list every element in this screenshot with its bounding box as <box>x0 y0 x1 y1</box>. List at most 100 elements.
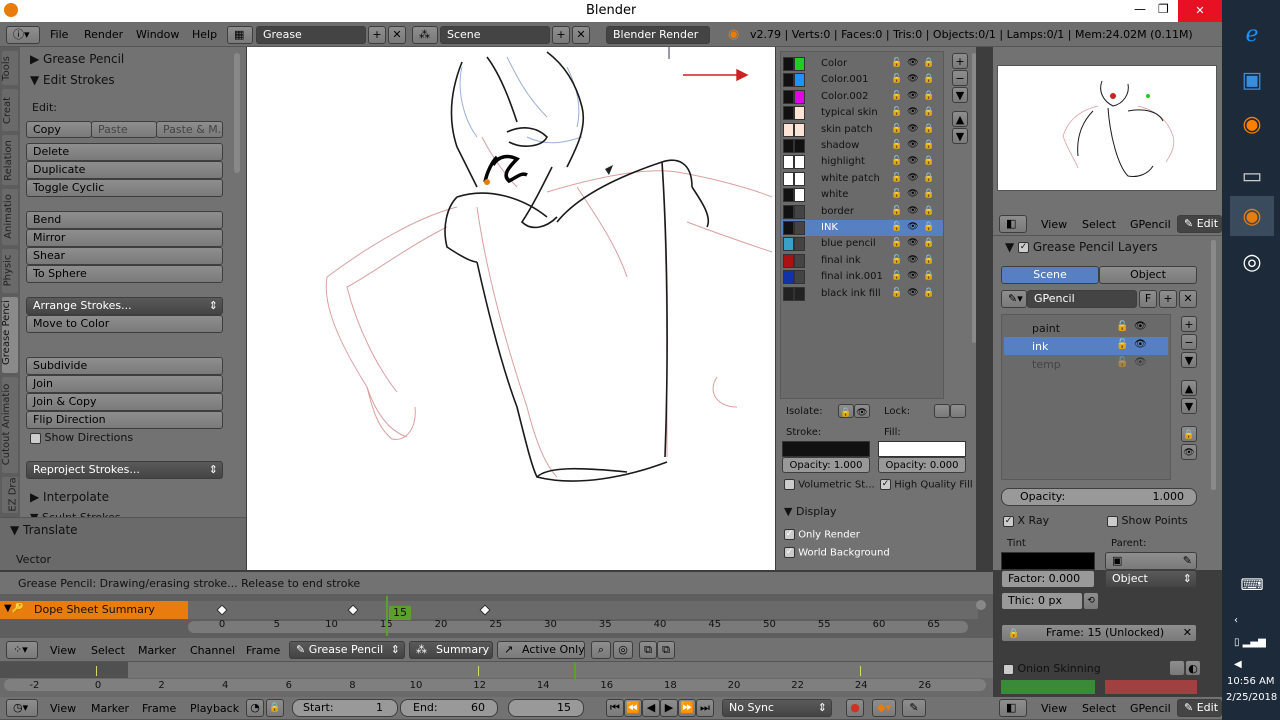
parent-object-field[interactable]: ▣ ✎ <box>1105 552 1197 570</box>
color-specials-button[interactable]: ▼ <box>952 87 968 103</box>
vtab-relation[interactable]: Relation <box>2 135 18 185</box>
color-row[interactable]: shadow 🔓 👁 🔒 <box>781 138 943 154</box>
tint-color-field[interactable] <box>1001 552 1095 570</box>
panel-translate[interactable]: ▼ Translate <box>10 523 78 537</box>
color-row-toggle-icons[interactable]: 🔓 👁 🔒 <box>891 271 936 281</box>
panel-interpolate[interactable]: ▶ Interpolate <box>30 490 109 504</box>
object-tab[interactable]: Object <box>1099 266 1197 284</box>
xray-checkbox[interactable]: ✓ X Ray <box>1003 514 1049 527</box>
join-button[interactable]: Join <box>26 375 223 393</box>
high-quality-fill-checkbox[interactable]: ✓ High Quality Fill <box>880 479 973 491</box>
paste-merge-button[interactable]: Paste & M... <box>156 121 223 138</box>
tint-factor-field[interactable]: Factor: 0.000 <box>1001 570 1095 588</box>
remove-scene-button[interactable]: ✕ <box>572 26 590 44</box>
preview-range-button[interactable]: ◔ <box>246 699 264 717</box>
vtab-physics[interactable]: Physic <box>2 249 18 293</box>
color-row[interactable]: black ink fill 🔓 👁 🔒 <box>781 286 943 302</box>
add-scene-button[interactable]: + <box>552 26 570 44</box>
render-engine-select[interactable]: Blender Render <box>606 26 710 44</box>
color-row-toggle-icons[interactable]: 🔓 👁 🔒 <box>891 238 936 248</box>
start-frame-field[interactable]: Start: 1 <box>292 699 398 717</box>
close-button[interactable]: ✕ <box>1178 0 1222 22</box>
color-name[interactable]: white <box>821 189 848 200</box>
color-name[interactable]: blue pencil <box>821 238 876 249</box>
stroke-color-field[interactable] <box>782 441 870 457</box>
timeline-menu-view[interactable]: View <box>50 702 76 715</box>
color-name[interactable]: typical skin <box>821 107 878 118</box>
color-row[interactable]: skin patch 🔓 👁 🔒 <box>781 122 943 138</box>
color-name[interactable]: Color <box>821 58 847 69</box>
vtab-grease-pencil[interactable]: Grease Penci <box>1 297 18 373</box>
color-name[interactable]: black ink fill <box>821 288 881 299</box>
dope-menu-view[interactable]: View <box>50 644 76 657</box>
copy-button[interactable]: Copy <box>26 121 92 138</box>
keyframe-diamond[interactable] <box>479 604 491 616</box>
layer-name[interactable]: ink <box>1032 340 1048 353</box>
jump-next-key-button[interactable]: ⏩ <box>678 699 696 717</box>
color-row-toggle-icons[interactable]: 🔓 👁 🔒 <box>891 222 936 232</box>
bend-button[interactable]: Bend <box>26 211 223 229</box>
layer-eye-icon[interactable]: 👁 <box>1134 321 1147 332</box>
layer-specials-button[interactable]: ▼ <box>1181 352 1197 368</box>
color-row[interactable]: typical skin 🔓 👁 🔒 <box>781 105 943 121</box>
unlink-gpencil-button[interactable]: ✕ <box>1179 290 1197 308</box>
color-row-toggle-icons[interactable]: 🔓 👁 🔒 <box>891 107 936 117</box>
dope-menu-select[interactable]: Select <box>91 644 125 657</box>
keyframe-diamond[interactable] <box>347 604 360 616</box>
menu-view-right[interactable]: View <box>1041 218 1067 231</box>
color-row-toggle-icons[interactable]: 🔓 👁 🔒 <box>891 255 936 265</box>
remote-desktop-icon[interactable]: ▣ <box>1230 60 1274 100</box>
color-name[interactable]: Color.002 <box>821 91 868 102</box>
dope-mode-select[interactable]: ✎ Grease Pencil ⇕ <box>289 641 405 659</box>
color-row-toggle-icons[interactable]: 🔓 👁 🔒 <box>891 74 936 84</box>
isolate-eye-button[interactable]: 👁 <box>854 404 870 418</box>
timeline-menu-frame[interactable]: Frame <box>142 702 176 715</box>
onion-color-button[interactable]: ◐ <box>1185 660 1201 676</box>
color-name[interactable]: Color.001 <box>821 74 868 85</box>
new-gpencil-button[interactable]: + <box>1159 290 1177 308</box>
layer-row-paint[interactable]: paint 🔓 👁 <box>1004 319 1168 337</box>
jump-start-button[interactable]: ⏮ <box>606 699 624 717</box>
vtab-ez-draw[interactable]: EZ Dra <box>2 477 19 513</box>
sync-mode-select[interactable]: No Sync ⇕ <box>722 699 832 717</box>
dope-menu-marker[interactable]: Marker <box>138 644 176 657</box>
screen-selector[interactable]: Grease <box>256 26 366 44</box>
color-name[interactable]: border <box>821 206 854 217</box>
move-color-up-button[interactable]: ▲ <box>952 111 968 127</box>
color-row[interactable]: INK 🔓 👁 🔒 <box>781 220 943 236</box>
shelf-scrollbar[interactable] <box>234 53 240 173</box>
color-row-toggle-icons[interactable]: 🔓 👁 🔒 <box>891 58 936 68</box>
color-row-toggle-icons[interactable]: 🔓 👁 🔒 <box>891 156 936 166</box>
dope-copy-keys-icon[interactable]: ⧉ <box>639 641 657 659</box>
dope-search-icon[interactable]: ⌕ <box>591 641 611 659</box>
onion-ghost-button[interactable] <box>1169 660 1185 676</box>
paste-button[interactable]: Paste <box>91 121 157 138</box>
color-row[interactable]: blue pencil 🔓 👁 🔒 <box>781 236 943 252</box>
fill-color-field[interactable] <box>878 441 966 457</box>
layer-eye-icon[interactable]: 👁 <box>1134 339 1147 350</box>
remove-color-button[interactable]: − <box>952 70 968 86</box>
timeline-menu-playback[interactable]: Playback <box>190 702 239 715</box>
layer-name[interactable]: temp <box>1032 358 1061 371</box>
move-color-down-button[interactable]: ▼ <box>952 128 968 144</box>
color-row[interactable]: highlight 🔓 👁 🔒 <box>781 154 943 170</box>
layer-lock-icon[interactable]: 🔓 <box>1116 339 1128 350</box>
dope-vscroll[interactable] <box>976 600 986 610</box>
clock-date[interactable]: 2/25/2018 <box>1226 692 1277 703</box>
vtab-animation[interactable]: Animatio <box>2 189 18 245</box>
add-color-button[interactable]: + <box>952 53 968 69</box>
layer-opacity-field[interactable]: Opacity: 1.000 <box>1001 488 1197 506</box>
show-all-layers-button[interactable]: 👁 <box>1181 444 1197 460</box>
scene-icon[interactable]: ⁂ <box>412 26 438 44</box>
editor-type-button[interactable]: ⓘ▾ <box>6 26 40 44</box>
color-row-toggle-icons[interactable]: 🔓 👁 🔒 <box>891 288 936 298</box>
color-row-toggle-icons[interactable]: 🔓 👁 🔒 <box>891 206 936 216</box>
add-layer-button[interactable]: + <box>1181 316 1197 332</box>
menu-select-right[interactable]: Select <box>1082 218 1116 231</box>
scene-tab[interactable]: Scene <box>1001 266 1099 284</box>
internet-explorer-icon[interactable]: ℯ <box>1230 14 1274 54</box>
dope-current-frame-badge[interactable]: 15 <box>389 606 411 620</box>
mirror-button[interactable]: Mirror <box>26 229 223 247</box>
minimize-button[interactable]: — <box>1134 2 1146 16</box>
frame-lock-field[interactable]: 🔒 Frame: 15 (Unlocked) ✕ <box>1001 624 1197 642</box>
